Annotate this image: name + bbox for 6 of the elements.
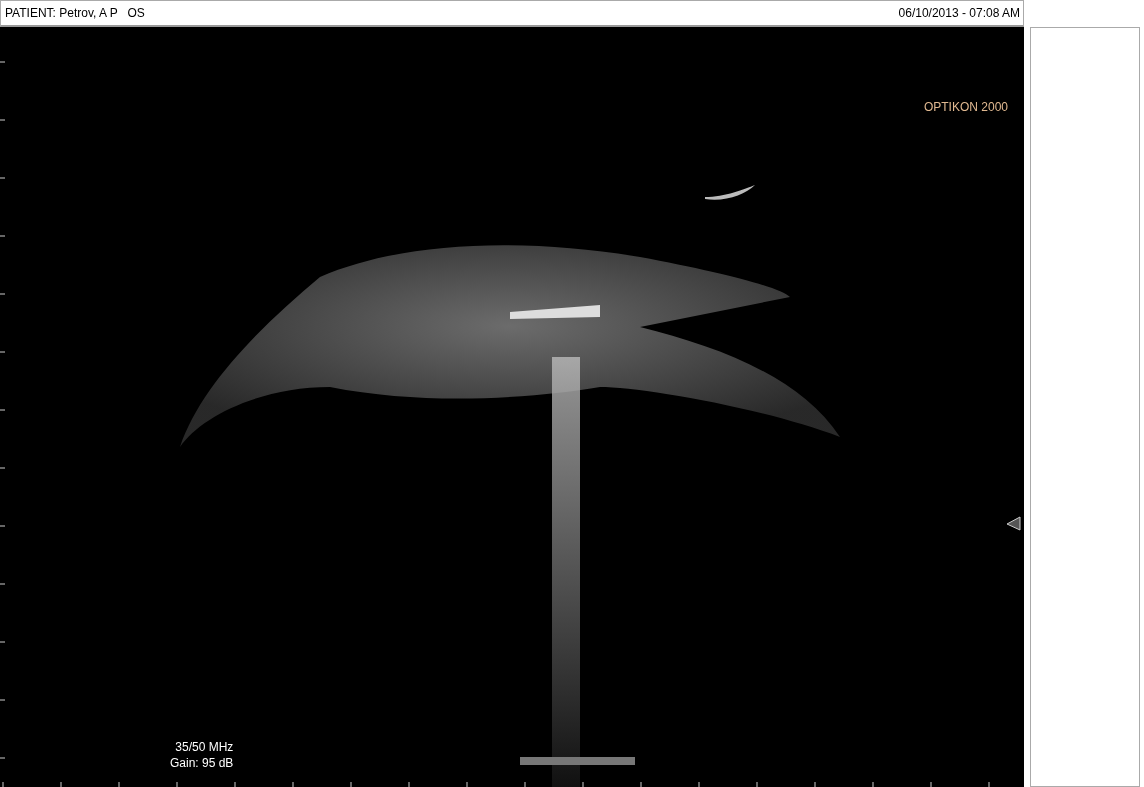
probe-frequency: 35/50 MHz bbox=[175, 739, 234, 755]
device-label: OPTIKON 2000 bbox=[923, 100, 1008, 114]
exam-datetime: 06/10/2013 - 07:08 AM bbox=[898, 6, 1020, 20]
gain-reading: Gain: 95 dB bbox=[170, 755, 234, 771]
patient-name: PATIENT: Petrov, A P OS bbox=[5, 6, 145, 20]
triangle-marker-icon bbox=[1006, 516, 1021, 531]
